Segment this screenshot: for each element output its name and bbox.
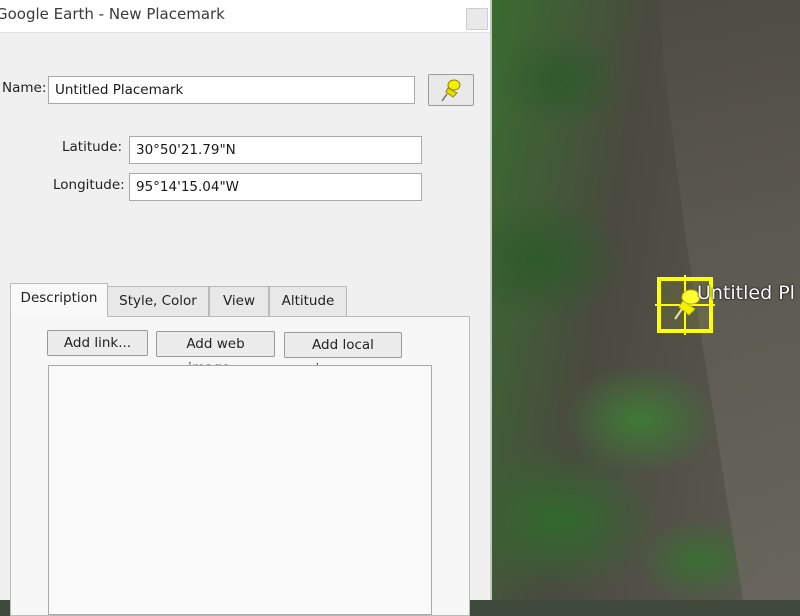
placemark-map-label[interactable]: Untitled Pl — [697, 282, 795, 304]
latitude-label: Latitude: — [62, 139, 123, 155]
latitude-field[interactable]: 30°50'21.79"N — [129, 136, 422, 164]
tab-view[interactable]: View — [209, 286, 269, 316]
placemark-icon-button[interactable] — [428, 74, 474, 106]
tab-style-color[interactable]: Style, Color — [107, 286, 209, 316]
add-web-image-button[interactable]: Add web image... — [156, 331, 275, 376]
add-link-button[interactable]: Add link... — [47, 330, 148, 356]
longitude-field[interactable]: 95°14'15.04"W — [129, 173, 422, 201]
name-field[interactable]: Untitled Placemark — [48, 76, 415, 104]
name-label: Name: — [2, 80, 47, 96]
new-placemark-dialog: Google Earth - New Placemark Name: Untit… — [0, 0, 492, 616]
tab-altitude[interactable]: Altitude — [269, 286, 347, 316]
tab-description[interactable]: Description — [10, 283, 108, 317]
close-button[interactable] — [466, 8, 488, 30]
description-text-area[interactable] — [48, 365, 432, 615]
window-title: Google Earth - New Placemark — [0, 5, 225, 23]
pushpin-icon — [441, 79, 461, 102]
add-local-image-button[interactable]: Add local image... — [284, 332, 402, 377]
title-bar[interactable]: Google Earth - New Placemark — [0, 0, 490, 33]
longitude-label: Longitude: — [53, 177, 125, 193]
